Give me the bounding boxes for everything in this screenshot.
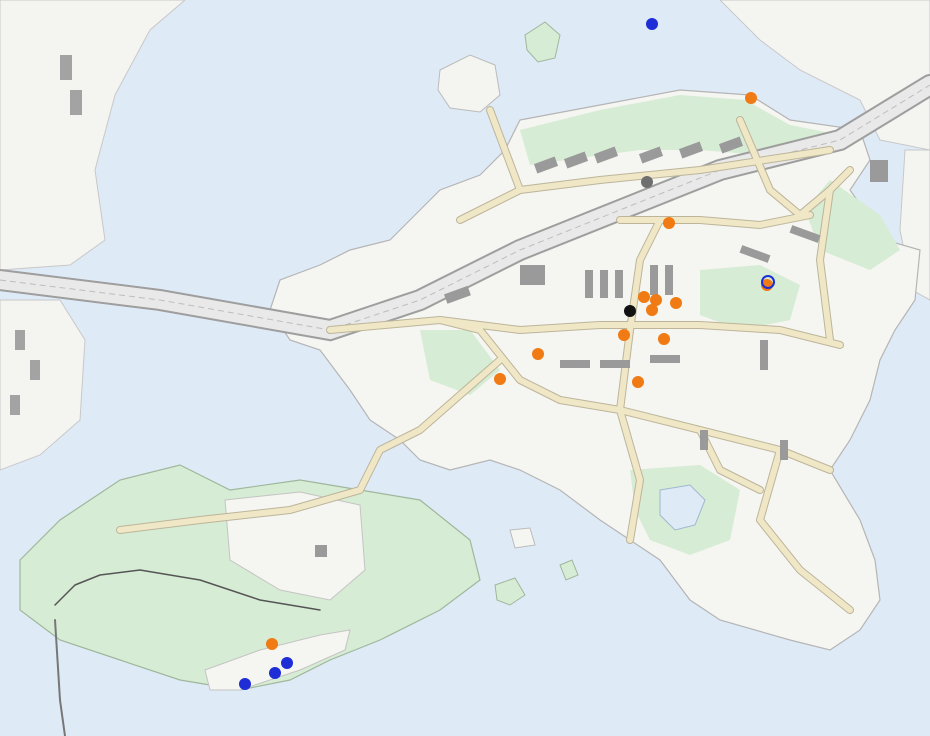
map-marker-orange[interactable] xyxy=(670,297,682,309)
map-marker-orange[interactable] xyxy=(632,376,644,388)
map-marker-orange[interactable] xyxy=(658,333,670,345)
south-islet-3 xyxy=(509,527,536,549)
map-marker-orange[interactable] xyxy=(266,638,278,650)
map-marker-orange[interactable] xyxy=(494,373,506,385)
map-marker-black[interactable] xyxy=(624,305,636,317)
map-marker-blue[interactable] xyxy=(239,678,251,690)
map-marker-orange[interactable] xyxy=(618,329,630,341)
map-marker-blue[interactable] xyxy=(646,18,658,30)
map-marker-blue[interactable] xyxy=(281,657,293,669)
map-marker-blue[interactable] xyxy=(269,667,281,679)
map-canvas[interactable] xyxy=(0,0,930,736)
map-marker-grey[interactable] xyxy=(641,176,653,188)
map-marker-orange[interactable] xyxy=(638,291,650,303)
map-marker-orange[interactable] xyxy=(745,92,757,104)
map-marker-orange[interactable] xyxy=(532,348,544,360)
map-marker-orange[interactable] xyxy=(663,217,675,229)
map-marker-orange[interactable] xyxy=(646,304,658,316)
